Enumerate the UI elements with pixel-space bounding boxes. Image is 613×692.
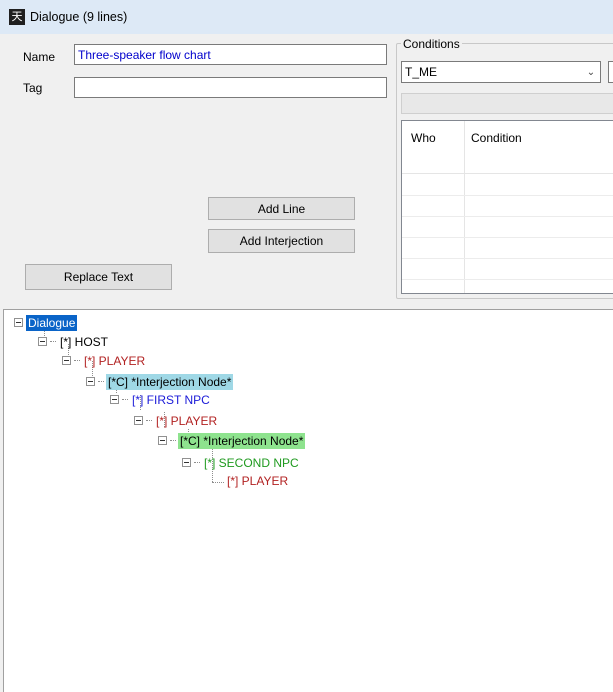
- tree-node-label: [*C] *Interjection Node*: [106, 373, 234, 390]
- collapse-icon[interactable]: [62, 356, 71, 365]
- tree-node-root[interactable]: Dialogue: [14, 314, 78, 331]
- tree-connector: [122, 399, 128, 400]
- collapse-icon[interactable]: [134, 416, 143, 425]
- title-bar[interactable]: 天 Dialogue (9 lines): [0, 0, 613, 34]
- tree-node-label: [*] PLAYER: [156, 413, 218, 428]
- collapse-icon[interactable]: [14, 318, 23, 327]
- tree-node-label: [*C] *Interjection Node*: [178, 432, 306, 449]
- column-who[interactable]: Who: [411, 131, 436, 145]
- name-field[interactable]: [74, 44, 387, 65]
- tree-node-label: [*] SECOND NPC: [204, 455, 299, 470]
- tree-node[interactable]: [*C] *Interjection Node*: [158, 432, 306, 449]
- tree-node[interactable]: [*] SECOND NPC: [182, 454, 301, 471]
- tree-connector: [212, 482, 224, 483]
- tree-node[interactable]: [*C] *Interjection Node*: [86, 373, 234, 390]
- tree-connector: [74, 360, 80, 361]
- collapse-icon[interactable]: [182, 458, 191, 467]
- column-condition[interactable]: Condition: [471, 131, 522, 145]
- condition-text-field: [401, 93, 613, 114]
- conditions-combo[interactable]: T_ME ⌄: [401, 61, 601, 83]
- list-row-line: [402, 258, 613, 259]
- column-divider: [464, 121, 465, 293]
- tree-node-label: [*] PLAYER: [227, 473, 289, 488]
- tree-node-label: Dialogue: [26, 314, 78, 331]
- list-row-line: [402, 195, 613, 196]
- tree-node-label: [*] PLAYER: [84, 353, 146, 368]
- tree-connector: [50, 341, 56, 342]
- app-glyph-icon: 天: [9, 9, 25, 25]
- dialogue-tree[interactable]: Dialogue [*] HOST [*] PLAYER [*C] *Inter…: [3, 309, 613, 692]
- tree-connector: [170, 440, 176, 441]
- list-row-line: [402, 279, 613, 280]
- secondary-combo[interactable]: [608, 61, 613, 83]
- tree-node[interactable]: [*] PLAYER: [225, 472, 290, 489]
- conditions-list[interactable]: Who Condition: [401, 120, 613, 294]
- collapse-icon[interactable]: [38, 337, 47, 346]
- chevron-down-icon[interactable]: ⌄: [582, 67, 600, 78]
- window-title: Dialogue (9 lines): [30, 10, 128, 24]
- list-row-line: [402, 237, 613, 238]
- tag-label: Tag: [23, 81, 43, 95]
- tree-node[interactable]: [*] PLAYER: [134, 412, 219, 429]
- tree-node[interactable]: [*] PLAYER: [62, 352, 147, 369]
- add-line-button[interactable]: Add Line: [208, 197, 355, 220]
- tree-connector: [146, 420, 152, 421]
- tree-connector: [194, 462, 200, 463]
- list-row-line: [402, 216, 613, 217]
- replace-text-button[interactable]: Replace Text: [25, 264, 172, 290]
- tree-node[interactable]: [*] FIRST NPC: [110, 391, 212, 408]
- conditions-legend: Conditions: [401, 37, 462, 51]
- conditions-list-header: Who Condition: [402, 121, 613, 174]
- tree-node-label: [*] HOST: [60, 334, 109, 349]
- name-label: Name: [23, 50, 56, 64]
- tree-node-label: [*] FIRST NPC: [132, 392, 210, 407]
- tree-node[interactable]: [*] HOST: [38, 333, 110, 350]
- tree-connector: [98, 381, 104, 382]
- tag-field[interactable]: [74, 77, 387, 98]
- collapse-icon[interactable]: [158, 436, 167, 445]
- conditions-selected: T_ME: [405, 65, 438, 79]
- collapse-icon[interactable]: [110, 395, 119, 404]
- collapse-icon[interactable]: [86, 377, 95, 386]
- add-interjection-button[interactable]: Add Interjection: [208, 229, 355, 253]
